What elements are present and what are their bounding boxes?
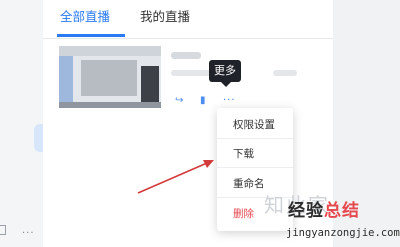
live-thumbnail[interactable] <box>59 46 161 108</box>
blurred-live-meta-extra <box>273 70 297 76</box>
thumbnail-window <box>81 60 137 96</box>
active-tab-indicator <box>57 34 125 37</box>
stats-icon[interactable]: ▮ <box>200 96 206 106</box>
left-sidebar <box>0 0 43 247</box>
menu-item-download[interactable]: 下载 <box>217 140 293 168</box>
menu-item-permissions[interactable]: 权限设置 <box>217 111 293 139</box>
share-icon[interactable]: ↪ <box>175 96 183 106</box>
more-dots-icon[interactable]: ··· <box>22 228 35 239</box>
tab-my-live[interactable]: 我的直播 <box>140 9 190 25</box>
thumbnail-titlebar <box>59 46 161 56</box>
more-tooltip: 更多 <box>209 60 241 82</box>
watermark-logo-part2: 总结 <box>324 201 360 221</box>
tooltip-arrow <box>221 82 231 87</box>
watermark-logo-part1: 经验 <box>288 201 324 221</box>
thumbnail-dark-panel <box>141 66 159 106</box>
watermark-url: jingyanzongjie.com <box>286 227 400 239</box>
tab-bar: 全部直播 我的直播 <box>43 0 333 39</box>
thumbnail-sidebar <box>59 56 73 108</box>
edge-icon <box>0 225 6 235</box>
tab-all-live[interactable]: 全部直播 <box>60 9 110 25</box>
watermark-logo: 经验总结 <box>288 201 360 221</box>
thumbnail-footer <box>59 102 161 108</box>
blurred-live-title <box>171 52 201 59</box>
more-icon[interactable]: ··· <box>223 96 236 106</box>
